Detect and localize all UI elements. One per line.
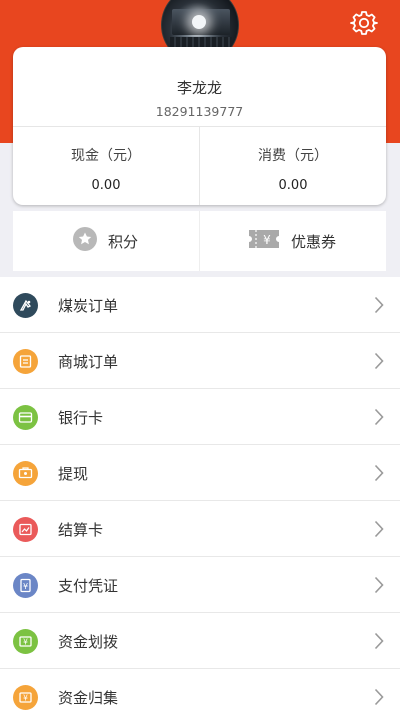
cash-balance[interactable]: 现金（元） 0.00 bbox=[13, 126, 199, 205]
list-item-coal-order[interactable]: 煤炭订单 bbox=[0, 277, 400, 333]
divider bbox=[199, 211, 200, 271]
spending-label: 消费（元） bbox=[258, 148, 328, 164]
svg-text:¥: ¥ bbox=[23, 582, 28, 591]
chevron-right-icon bbox=[374, 408, 384, 430]
withdraw-icon bbox=[13, 461, 38, 486]
list-item-settlement-card[interactable]: 结算卡 bbox=[0, 501, 400, 557]
svg-text:¥: ¥ bbox=[263, 233, 271, 247]
list-item-label: 提现 bbox=[58, 465, 89, 483]
chevron-right-icon bbox=[374, 632, 384, 654]
list-item-label: 结算卡 bbox=[58, 521, 104, 539]
list-item-fund-collection[interactable]: ¥ 资金归集 bbox=[0, 669, 400, 711]
profile-card: 李龙龙 18291139777 现金（元） 0.00 消费（元） 0.00 bbox=[13, 47, 386, 205]
list-item-payment-voucher[interactable]: ¥ 支付凭证 bbox=[0, 557, 400, 613]
user-name: 李龙龙 bbox=[176, 79, 222, 97]
list-item-label: 资金归集 bbox=[58, 689, 119, 707]
payment-voucher-icon: ¥ bbox=[13, 573, 38, 598]
points-button[interactable]: 积分 bbox=[72, 211, 138, 271]
svg-text:¥: ¥ bbox=[23, 694, 28, 703]
menu-list: 煤炭订单 商城订单 银行卡 提现 结算卡 ¥ 支付凭证 ¥ 资金划拨 ¥ 资金归… bbox=[0, 277, 400, 711]
chevron-right-icon bbox=[374, 520, 384, 542]
coupon-label: 优惠券 bbox=[291, 232, 337, 251]
coupon-icon: ¥ bbox=[247, 227, 281, 255]
fund-collection-icon: ¥ bbox=[13, 685, 38, 710]
star-icon bbox=[72, 226, 98, 256]
settlement-card-icon bbox=[13, 517, 38, 542]
cash-label: 现金（元） bbox=[71, 148, 141, 164]
fund-transfer-icon: ¥ bbox=[13, 629, 38, 654]
list-item-fund-transfer[interactable]: ¥ 资金划拨 bbox=[0, 613, 400, 669]
avatar-photo-light bbox=[192, 15, 206, 29]
list-item-label: 银行卡 bbox=[58, 409, 104, 427]
list-item-label: 资金划拨 bbox=[58, 633, 119, 651]
list-item-mall-order[interactable]: 商城订单 bbox=[0, 333, 400, 389]
chevron-right-icon bbox=[374, 688, 384, 710]
chevron-right-icon bbox=[374, 296, 384, 318]
spending-balance[interactable]: 消费（元） 0.00 bbox=[200, 126, 386, 205]
chevron-right-icon bbox=[374, 464, 384, 486]
user-phone: 18291139777 bbox=[155, 104, 244, 119]
mall-order-icon bbox=[13, 349, 38, 374]
list-item-label: 支付凭证 bbox=[58, 577, 119, 595]
coupon-button[interactable]: ¥ 优惠券 bbox=[247, 211, 336, 271]
spending-value: 0.00 bbox=[278, 178, 308, 193]
list-item-label: 煤炭订单 bbox=[58, 297, 119, 315]
svg-text:¥: ¥ bbox=[23, 638, 28, 647]
coal-order-icon bbox=[13, 293, 38, 318]
quick-actions: 积分 ¥ 优惠券 bbox=[13, 211, 386, 271]
cash-value: 0.00 bbox=[91, 178, 121, 193]
list-item-label: 商城订单 bbox=[58, 353, 119, 371]
list-item-withdraw[interactable]: 提现 bbox=[0, 445, 400, 501]
points-label: 积分 bbox=[108, 232, 139, 251]
list-item-bank-card[interactable]: 银行卡 bbox=[0, 389, 400, 445]
chevron-right-icon bbox=[374, 576, 384, 598]
chevron-right-icon bbox=[374, 352, 384, 374]
bank-card-icon bbox=[13, 405, 38, 430]
settings-gear-icon[interactable] bbox=[350, 9, 378, 37]
